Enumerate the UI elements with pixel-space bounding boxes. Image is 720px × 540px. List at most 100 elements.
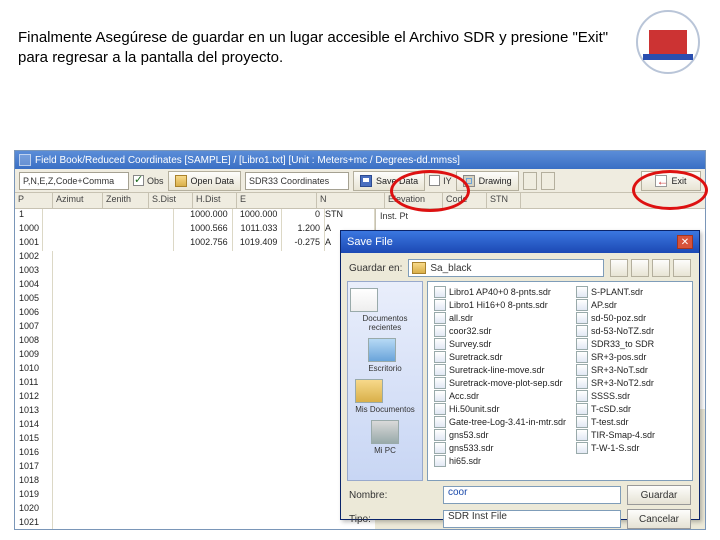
- file-icon: [576, 325, 588, 337]
- file-item[interactable]: all.sdr: [434, 312, 566, 324]
- table-row[interactable]: 1010: [15, 363, 375, 377]
- format-dropdown[interactable]: P,N,E,Z,Code+Comma: [19, 172, 129, 190]
- save-in-dropdown[interactable]: Sa_black: [408, 259, 604, 277]
- place-desktop[interactable]: Escritorio: [368, 338, 401, 373]
- filetype-dropdown[interactable]: SDR Inst File: [443, 510, 621, 528]
- file-list-pane[interactable]: Libro1 AP40+0 8-pnts.sdrLibro1 Hi16+0 8-…: [427, 281, 693, 481]
- nav-up-button[interactable]: [631, 259, 649, 277]
- toolbar-extra-2[interactable]: [541, 172, 555, 190]
- dialog-cancel-button[interactable]: Cancelar: [627, 509, 691, 529]
- table-row[interactable]: 1019: [15, 489, 375, 503]
- nav-newfolder-button[interactable]: [652, 259, 670, 277]
- file-icon: [576, 286, 588, 298]
- drawing-button[interactable]: Drawing: [456, 171, 519, 191]
- table-row[interactable]: 1008: [15, 335, 375, 349]
- file-icon: [434, 429, 446, 441]
- coord-format-dropdown[interactable]: SDR33 Coordinates: [245, 172, 349, 190]
- filename-input[interactable]: coor: [443, 486, 621, 504]
- table-row[interactable]: 1013: [15, 405, 375, 419]
- table-row[interactable]: 1004: [15, 279, 375, 293]
- table-row[interactable]: 1011: [15, 377, 375, 391]
- file-item[interactable]: hi65.sdr: [434, 455, 566, 467]
- place-documents-label: Mis Documentos: [355, 405, 415, 414]
- window-titlebar: Field Book/Reduced Coordinates [SAMPLE] …: [15, 151, 705, 169]
- dialog-title: Save File: [347, 236, 393, 248]
- open-data-button[interactable]: Open Data: [168, 171, 242, 191]
- table-row[interactable]: 10001000.5661011.0331.200A: [15, 223, 375, 237]
- file-item[interactable]: S-PLANT.sdr: [576, 286, 655, 298]
- table-row[interactable]: 1017: [15, 461, 375, 475]
- data-grid[interactable]: 11000.0001000.0000STN10001000.5661011.03…: [15, 209, 375, 529]
- dialog-close-button[interactable]: ✕: [677, 235, 693, 249]
- file-item[interactable]: SR+3-NoT2.sdr: [576, 377, 655, 389]
- iy-checkbox[interactable]: IY: [429, 175, 452, 186]
- toolbar-extra-1[interactable]: [523, 172, 537, 190]
- table-row[interactable]: 11000.0001000.0000STN: [15, 209, 375, 223]
- file-item[interactable]: Gate-tree-Log-3.41-in-mtr.sdr: [434, 416, 566, 428]
- file-icon: [434, 286, 446, 298]
- file-icon: [576, 442, 588, 454]
- file-item[interactable]: T-test.sdr: [576, 416, 655, 428]
- save-data-button[interactable]: Save Data: [353, 171, 425, 191]
- file-item[interactable]: T-cSD.sdr: [576, 403, 655, 415]
- file-item[interactable]: Hi.50unit.sdr: [434, 403, 566, 415]
- table-row[interactable]: 1016: [15, 447, 375, 461]
- place-mypc[interactable]: Mi PC: [371, 420, 399, 455]
- table-row[interactable]: 1021: [15, 517, 375, 529]
- place-recent-label: Documentos recientes: [363, 314, 408, 332]
- recent-icon: [350, 288, 378, 312]
- file-item[interactable]: Suretrack-move-plot-sep.sdr: [434, 377, 566, 389]
- file-item[interactable]: T-W-1-S.sdr: [576, 442, 655, 454]
- file-item[interactable]: Suretrack.sdr: [434, 351, 566, 363]
- file-item[interactable]: Libro1 Hi16+0 8-pnts.sdr: [434, 299, 566, 311]
- table-row[interactable]: 1020: [15, 503, 375, 517]
- file-icon: [576, 403, 588, 415]
- exit-button[interactable]: Exit: [641, 171, 701, 191]
- place-documents[interactable]: Mis Documentos: [355, 379, 415, 414]
- file-item[interactable]: Survey.sdr: [434, 338, 566, 350]
- file-item[interactable]: Libro1 AP40+0 8-pnts.sdr: [434, 286, 566, 298]
- table-row[interactable]: 1006: [15, 307, 375, 321]
- file-item[interactable]: sd-53-NoTZ.sdr: [576, 325, 655, 337]
- filename-label: Nombre:: [349, 490, 437, 501]
- save-label: Save Data: [376, 176, 418, 186]
- table-row[interactable]: 1014: [15, 419, 375, 433]
- table-row[interactable]: 1015: [15, 433, 375, 447]
- filetype-label: Tipo:: [349, 514, 437, 525]
- table-row[interactable]: 1005: [15, 293, 375, 307]
- file-item[interactable]: coor32.sdr: [434, 325, 566, 337]
- table-row[interactable]: 1002: [15, 251, 375, 265]
- file-item[interactable]: Suretrack-line-move.sdr: [434, 364, 566, 376]
- folder-open-icon: [175, 175, 187, 187]
- obs-checkbox[interactable]: Obs: [133, 175, 164, 186]
- nav-back-button[interactable]: [610, 259, 628, 277]
- table-row[interactable]: 1003: [15, 265, 375, 279]
- file-item[interactable]: SR+3-NoT.sdr: [576, 364, 655, 376]
- dialog-save-button[interactable]: Guardar: [627, 485, 691, 505]
- file-item[interactable]: AP.sdr: [576, 299, 655, 311]
- save-in-label: Guardar en:: [349, 263, 402, 274]
- table-row[interactable]: 1012: [15, 391, 375, 405]
- file-item[interactable]: Acc.sdr: [434, 390, 566, 402]
- file-item[interactable]: gns53.sdr: [434, 429, 566, 441]
- file-item[interactable]: TIR-Smap-4.sdr: [576, 429, 655, 441]
- nav-view-button[interactable]: [673, 259, 691, 277]
- file-item[interactable]: gns533.sdr: [434, 442, 566, 454]
- table-row[interactable]: 1007: [15, 321, 375, 335]
- table-row[interactable]: 10011002.7561019.409-0.275A: [15, 237, 375, 251]
- file-item[interactable]: sd-50-poz.sdr: [576, 312, 655, 324]
- file-icon: [434, 325, 446, 337]
- table-row[interactable]: 1009: [15, 349, 375, 363]
- file-item[interactable]: SR+3-pos.sdr: [576, 351, 655, 363]
- place-recent[interactable]: Documentos recientes: [350, 288, 420, 332]
- file-icon: [576, 338, 588, 350]
- file-icon: [434, 442, 446, 454]
- file-item[interactable]: SDR33_to SDR: [576, 338, 655, 350]
- grid-headers: P Azimut Zenith S.Dist H.Dist E N Elevat…: [15, 193, 705, 209]
- table-row[interactable]: 1018: [15, 475, 375, 489]
- documents-icon: [355, 379, 383, 403]
- file-icon: [434, 455, 446, 467]
- col-az: Azimut: [53, 193, 103, 208]
- file-item[interactable]: SSSS.sdr: [576, 390, 655, 402]
- obs-label: Obs: [147, 176, 164, 186]
